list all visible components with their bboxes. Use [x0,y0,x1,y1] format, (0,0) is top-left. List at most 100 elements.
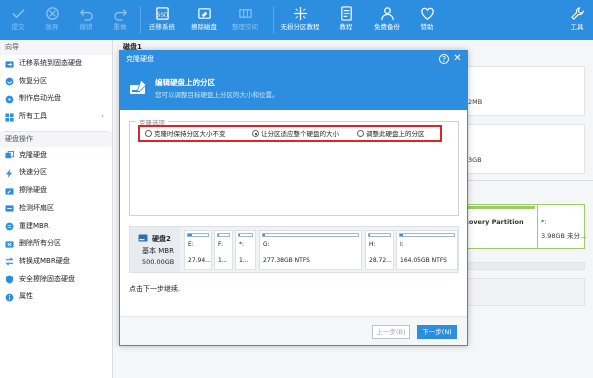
sidebar-item-bad-sector[interactable]: 检测坏扇区 [0,200,112,218]
sidebar-section-disk-ops: 硬盘操作 [0,131,112,147]
wipe-disk-button[interactable]: 擦除磁盘 [187,2,221,38]
partition-size: 1... [218,257,228,264]
tutorial-icon [340,6,352,21]
partition-label: F: [218,241,224,248]
radio-selected-icon[interactable] [252,130,259,137]
disk-name: 硬盘2 [152,235,171,243]
allocate-space-label: 整理空间 [232,23,258,31]
dialog-heading: 编辑硬盘上的分区 [155,78,215,87]
allocate-space-icon [238,9,252,18]
disk-size: 500.00GB [142,258,175,266]
boot-disc-icon [5,95,14,104]
sidebar-item-all-tools[interactable]: 所有工具 › [0,108,112,126]
option-fit-disk[interactable]: 让分区适应整个硬盘的大小 [252,128,339,140]
partition-f[interactable]: F: 1... [214,230,233,270]
sidebar-item-delete-all[interactable]: 删除所有分区 [0,235,112,253]
sidebar-item-properties[interactable]: 属性 [0,288,112,306]
convert-icon [5,257,14,266]
sidebar-item-secure-erase[interactable]: 安全擦除固态硬盘 [0,271,112,289]
help-icon[interactable]: ? [439,54,449,64]
sidebar-item-label: 恢复分区 [19,76,47,85]
sidebar-item-quick-partition[interactable]: 快速分区 [0,164,112,182]
sidebar-item-clone-disk[interactable]: 克隆硬盘 [0,147,112,165]
partition-tutorial-button[interactable]: 无损分区教程 [281,2,320,38]
svg-text:SSD: SSD [156,12,167,18]
target-disk-row: 硬盘2 基本 MBR 500.00GB E: 27.94... F: 1... … [129,226,459,273]
disk1-partition-panel-2 [465,124,585,174]
sidebar-item-label: 制作启动光盘 [19,94,61,103]
partition-i[interactable]: I: 164.05GB NTFS [396,230,458,270]
option-keep-size[interactable]: 克隆时保持分区大小不变 [145,128,226,140]
sidebar-item-recover-partition[interactable]: 恢复分区 [0,73,112,91]
partition-g[interactable]: G: 277.38GB NTFS [259,230,362,270]
radio-icon[interactable] [357,130,364,137]
option-label: 克隆时保持分区大小不变 [154,130,226,138]
option-adjust-partitions[interactable]: 调整此硬盘上的分区 [357,128,425,140]
usage-bar [217,233,230,237]
disk1-partition-panel [465,66,585,116]
disk-type: 基本 MBR [142,247,174,255]
sidebar-item-label: 重建MBR [19,221,49,230]
clone-disk-dialog: 克隆硬盘 ? ✕ 编辑硬盘上的分区 您可以调整目标硬盘上分区的大小和位置。 克隆… [119,50,468,346]
sidebar-item-label: 克隆硬盘 [19,150,47,159]
sidebar-item-boot-media[interactable]: 制作启动光盘 [0,90,112,108]
sidebar-item-label: 擦除硬盘 [19,186,47,195]
sidebar-item-rebuild-mbr[interactable]: 重建MBR [0,218,112,236]
free-backup-button[interactable]: 免费备份 [370,2,404,38]
partition-size: 277.38GB NTFS [263,257,310,264]
rebuild-icon [5,222,14,231]
sidebar-item-wipe-disk[interactable]: 擦除硬盘 [0,182,112,200]
partition-size: 28.72... [369,257,392,264]
partition-tutorial-icon [293,6,307,21]
sidebar-item-label: 检测坏扇区 [19,203,54,212]
discard-icon [45,7,59,20]
partition-e[interactable]: E: 27.94... [184,230,212,270]
partition-star[interactable]: *: 1... [235,230,256,270]
usage-bar [187,233,209,237]
grid-icon [5,113,14,122]
sidebar-item-label: 安全擦除固态硬盘 [19,274,75,283]
sidebar-item-label: 所有工具 [19,112,47,121]
heart-icon [420,7,434,20]
unallocated-panel[interactable] [537,204,585,249]
disk-info: 硬盘2 基本 MBR 500.00GB [130,227,180,272]
tutorial-button[interactable]: 教程 [329,2,363,38]
partition-h[interactable]: H: 28.72... [365,230,394,270]
next-button[interactable]: 下一步(N) [417,325,457,339]
partition-size: 1... [239,257,249,264]
migrate-os-button[interactable]: SSD 迁移系统 [145,2,179,38]
partition-tutorial-label: 无损分区教程 [280,23,320,31]
hint-text: 点击下一步继续. [129,285,181,293]
usage-fill [369,234,371,236]
chevron-right-icon: › [101,112,104,121]
dialog-subheading: 您可以调整目标硬盘上分区的大小和位置。 [155,91,279,99]
allocate-space-button[interactable]: 整理空间 [228,2,262,38]
sidebar-section-wizard: 向导 [0,40,112,55]
usage-bar [368,233,391,237]
radio-icon[interactable] [145,130,152,137]
disk-row-strip-2 [465,278,585,306]
usage-fill [188,234,192,236]
usage-fill [218,234,219,236]
partition-label: I: [400,241,404,248]
usage-bar [262,233,359,237]
delete-icon [5,241,14,248]
sidebar-item-convert-mbr[interactable]: 转换成MBR硬盘 [0,253,112,271]
option-label: 调整此硬盘上的分区 [366,130,425,138]
previous-button[interactable]: 上一步(B) [372,325,410,339]
undo-button[interactable]: 撤销 [69,2,103,38]
info-icon [5,293,14,302]
dialog-title: 克隆硬盘 [120,51,467,68]
close-icon[interactable]: ✕ [452,53,463,65]
app-window: 提交 放弃 撤销 重做 SSD 迁移系统 擦除磁盘 整理空间 无损分区教程 教程… [0,0,593,378]
discard-button[interactable]: 放弃 [35,2,69,38]
disk1-size-b: 3GB [468,156,482,164]
redo-button[interactable]: 重做 [103,2,137,38]
sponsor-button[interactable]: 赞助 [410,2,444,38]
toolbar-divider [273,6,274,34]
commit-button[interactable]: 提交 [1,2,35,38]
option-label: 让分区适应整个硬盘的大小 [261,130,339,138]
tools-button[interactable]: 工具 [560,2,593,38]
sidebar-item-migrate-os[interactable]: 迁移系统到固态硬盘 [0,55,112,73]
sidebar: 向导 迁移系统到固态硬盘 恢复分区 制作启动光盘 所有工具 › 硬盘操作 克隆硬… [0,40,113,378]
